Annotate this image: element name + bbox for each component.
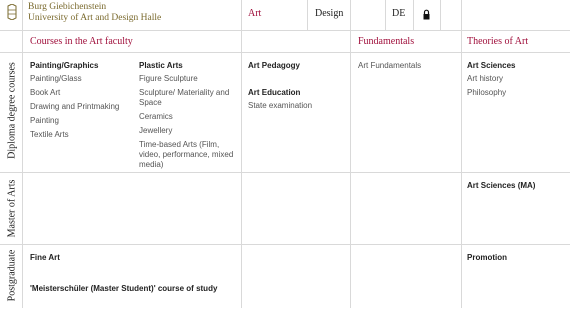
grid-line bbox=[22, 0, 23, 308]
painting-graphics-title[interactable]: Painting/Graphics bbox=[30, 61, 130, 70]
grid-line bbox=[307, 0, 308, 30]
column-heading-fundamentals: Fundamentals bbox=[358, 36, 415, 47]
list-item[interactable]: State examination bbox=[248, 101, 346, 111]
nav-design-link[interactable]: Design bbox=[315, 8, 343, 19]
grid-line bbox=[241, 0, 242, 308]
list-item[interactable]: Art history bbox=[467, 74, 567, 84]
list-item[interactable]: Painting bbox=[30, 116, 130, 126]
grid-line bbox=[461, 0, 462, 308]
logo-text-line-2[interactable]: University of Art and Design Halle bbox=[28, 13, 161, 23]
grid-line bbox=[0, 30, 570, 31]
logo-text-line-1[interactable]: Burg Giebichenstein bbox=[28, 2, 106, 12]
row-label-diploma: Diploma degree courses bbox=[6, 62, 18, 159]
fine-art-title[interactable]: Fine Art bbox=[30, 253, 60, 262]
fundamentals-group: Art Fundamentals bbox=[358, 61, 458, 71]
promotion-link[interactable]: Promotion bbox=[467, 253, 507, 262]
grid-line bbox=[413, 0, 414, 30]
grid-line bbox=[0, 244, 570, 245]
list-item[interactable]: Philosophy bbox=[467, 88, 567, 98]
grid-line bbox=[385, 0, 386, 30]
list-item[interactable]: Ceramics bbox=[139, 112, 237, 122]
grid-line bbox=[440, 0, 441, 30]
list-item[interactable]: Sculpture/ Materiality and Space bbox=[139, 88, 237, 108]
nav-art-link[interactable]: Art bbox=[248, 8, 261, 19]
list-item[interactable]: Figure Sculpture bbox=[139, 74, 237, 84]
list-item[interactable]: Drawing and Printmaking bbox=[30, 102, 130, 112]
list-item[interactable]: Jewellery bbox=[139, 126, 237, 136]
grid-line bbox=[0, 52, 570, 53]
list-item[interactable]: Book Art bbox=[30, 88, 130, 98]
meisterschueler-link[interactable]: 'Meisterschüler (Master Student)' course… bbox=[30, 284, 217, 293]
lock-icon[interactable] bbox=[423, 7, 430, 20]
column-heading-theories: Theories of Art bbox=[467, 36, 529, 47]
list-item[interactable]: Textile Arts bbox=[30, 130, 130, 140]
column-heading-art-faculty: Courses in the Art faculty bbox=[30, 36, 133, 47]
art-sciences-group: Art Sciences Art history Philosophy bbox=[467, 61, 567, 98]
art-sciences-title[interactable]: Art Sciences bbox=[467, 61, 567, 70]
list-item[interactable]: Painting/Glass bbox=[30, 74, 130, 84]
row-label-master: Master of Arts bbox=[6, 179, 18, 238]
painting-graphics-group: Painting/Graphics Painting/Glass Book Ar… bbox=[30, 61, 130, 140]
list-item[interactable]: Art Fundamentals bbox=[358, 61, 458, 71]
list-item[interactable]: Time-based Arts (Film, video, performanc… bbox=[139, 140, 237, 170]
row-label-postgraduate: Postgraduate bbox=[6, 249, 18, 302]
plastic-arts-group: Plastic Arts Figure Sculpture Sculpture/… bbox=[139, 61, 237, 170]
grid-line bbox=[350, 0, 351, 308]
grid-line bbox=[0, 172, 570, 173]
language-switch-link[interactable]: DE bbox=[392, 8, 405, 19]
plastic-arts-title[interactable]: Plastic Arts bbox=[139, 61, 237, 70]
art-education-title[interactable]: Art Education bbox=[248, 88, 346, 97]
logo-mark-icon[interactable] bbox=[6, 3, 18, 21]
art-sciences-ma-link[interactable]: Art Sciences (MA) bbox=[467, 181, 535, 190]
art-pedagogy-title[interactable]: Art Pedagogy bbox=[248, 61, 346, 70]
art-pedagogy-group: Art Pedagogy Art Education State examina… bbox=[248, 61, 346, 111]
